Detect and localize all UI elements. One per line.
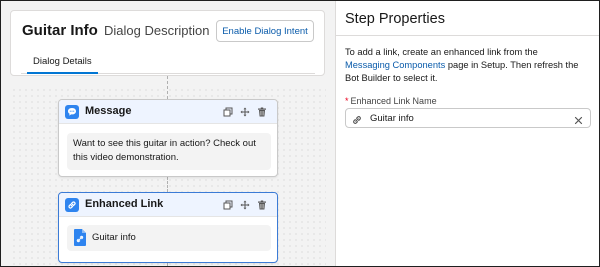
move-icon[interactable]: [239, 199, 250, 210]
dialog-canvas: Guitar Info Dialog Description Enable Di…: [1, 1, 335, 266]
step-properties-panel: Step Properties To add a link, create an…: [335, 1, 599, 266]
enhanced-link-name-field[interactable]: Guitar info: [345, 108, 591, 128]
enhanced-link-label: Guitar info: [92, 232, 136, 243]
trash-icon[interactable]: [256, 106, 267, 117]
trash-icon[interactable]: [256, 199, 267, 210]
enhanced-link-step-card[interactable]: Enhanced Link Guitar info: [58, 192, 278, 263]
step-toolbar: [222, 106, 267, 117]
link-file-icon: [74, 229, 86, 246]
field-label-text: Enhanced Link Name: [350, 96, 437, 106]
step-card-header: Enhanced Link: [59, 193, 277, 217]
dialog-title: Guitar Info: [22, 22, 98, 39]
bot-builder-window: Guitar Info Dialog Description Enable Di…: [0, 0, 600, 267]
message-step-card[interactable]: Message Want to see this guitar in actio…: [58, 99, 278, 177]
enhanced-link-name-value: Guitar info: [370, 113, 414, 124]
dialog-description-tab[interactable]: Dialog Description: [104, 23, 210, 38]
tab-dialog-details[interactable]: Dialog Details: [27, 55, 98, 74]
panel-title: Step Properties: [345, 11, 445, 27]
message-step-title: Message: [85, 105, 132, 117]
link-icon: [65, 198, 79, 212]
messaging-components-link[interactable]: Messaging Components: [345, 60, 445, 70]
connector-line: [167, 177, 168, 192]
connector-line: [167, 76, 168, 99]
dialog-tabbar: Dialog Details: [21, 54, 315, 74]
enable-dialog-intent-button[interactable]: Enable Dialog Intent: [216, 20, 314, 42]
enhanced-link-name-label: * Enhanced Link Name: [345, 96, 437, 106]
required-mark: *: [345, 96, 349, 106]
chat-icon: [65, 105, 79, 119]
link-icon: [351, 113, 363, 125]
copy-icon[interactable]: [222, 106, 233, 117]
close-icon[interactable]: [573, 113, 584, 125]
connector-line: [167, 263, 168, 266]
message-text: Want to see this guitar in action? Check…: [67, 133, 271, 170]
panel-header: Step Properties: [336, 1, 599, 36]
move-icon[interactable]: [239, 106, 250, 117]
step-toolbar: [222, 199, 267, 210]
enhanced-link-preview: Guitar info: [67, 225, 271, 251]
enhanced-link-step-title: Enhanced Link: [85, 198, 164, 210]
help-text-before: To add a link, create an enhanced link f…: [345, 47, 538, 57]
help-text: To add a link, create an enhanced link f…: [345, 46, 585, 85]
copy-icon[interactable]: [222, 199, 233, 210]
step-card-header: Message: [59, 100, 277, 124]
dialog-header-card: Guitar Info Dialog Description Enable Di…: [10, 10, 325, 76]
